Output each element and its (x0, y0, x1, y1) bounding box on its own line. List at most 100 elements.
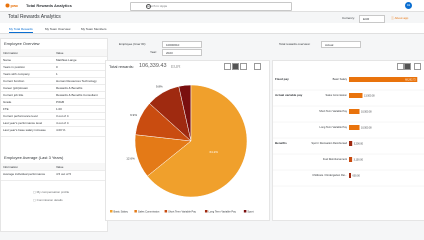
employee-id-select[interactable]: 10000610 (162, 41, 202, 48)
tab-bar: My Total Rewards My Team Overview My Tea… (0, 23, 424, 34)
user-avatar[interactable]: AS (405, 2, 412, 9)
legend-label[interactable]: Basic Salary (114, 210, 129, 214)
bar-data-label: 13,500.00 (364, 95, 375, 98)
bar-view-icon[interactable] (404, 62, 411, 70)
bar-chart: Fixed pay Basic Salary 68,262.72 Actual var… (273, 77, 424, 187)
category-label: Sport / Recreation Reimbursed (311, 141, 347, 145)
bar-data-label: 3,200.00 (354, 143, 364, 146)
search-field[interactable]: Search in: Apps (130, 1, 292, 11)
row-label: FTE (3, 106, 9, 111)
bar-data-label: 3,100.00 (354, 159, 364, 162)
row-label: Last year's performance level (3, 120, 43, 125)
fullscreen-icon[interactable] (414, 62, 421, 70)
tab-my-team-members[interactable]: My Team Members (81, 27, 106, 31)
row-label: Years with company (3, 71, 30, 76)
app-title[interactable]: Total Rewards Analytics (26, 3, 72, 8)
employee-average-title: Employee Average (Last 3 Years) (4, 155, 64, 160)
row-value: 3 out of 4 (56, 113, 69, 118)
row-label: Current job title (3, 92, 24, 97)
pie-chart-panel: Total rewards: 106,339.43 EUR 12.6% 9.9% 9… (105, 60, 270, 221)
row-value: Human Resources Technology (56, 78, 97, 83)
row-value: 1 (56, 71, 58, 76)
currency-value: EUR (363, 16, 370, 21)
row-label: Career (job)stream (3, 85, 29, 90)
group-label: Actual variable pay (275, 93, 303, 97)
shell-bar: pwc Total Rewards Analytics Search in: A… (0, 0, 424, 12)
bar[interactable] (349, 173, 351, 178)
row-value: 4.00 % (56, 127, 66, 132)
pie-view-icon[interactable] (232, 62, 239, 70)
row-value: Rewards & Benefits (56, 85, 83, 90)
total-rewards-value: 106,339.43 (139, 63, 167, 69)
bar-data-label: 10,500.00 (361, 111, 372, 114)
legend-label[interactable]: Short Term Variable Pay (168, 210, 197, 214)
row-label: Name (3, 57, 12, 62)
total-rewards-currency: EUR (171, 63, 181, 69)
bar[interactable] (349, 93, 363, 98)
row-value: 4 out of 4 (56, 120, 69, 125)
search-icon[interactable] (146, 4, 151, 9)
bar-data-label: 68,262.72 (405, 79, 416, 82)
row-label: Current function (3, 78, 25, 83)
row-label: Grade (3, 99, 12, 104)
row-value: 1.00 (56, 106, 62, 111)
employee-id-value: 10000610 (166, 42, 180, 47)
commission-details-button[interactable]: ▢ Commission details (33, 198, 63, 202)
bar-data-label: 10,500.00 (361, 127, 372, 130)
pie-data-label: 64.2% (209, 150, 218, 154)
legend-swatch (134, 210, 137, 213)
pie-data-label: 12.6% (126, 157, 135, 161)
bar[interactable] (349, 125, 360, 130)
overview-label: Total rewards overview: (279, 42, 311, 46)
legend-label[interactable]: Sales Commission (138, 210, 160, 214)
category-label: Short Term Variable Pay (319, 109, 348, 113)
bar[interactable] (349, 109, 360, 114)
group-label: Fixed pay (275, 77, 289, 81)
zoom-icon[interactable] (224, 62, 231, 70)
year-value: 2023 (166, 50, 173, 55)
bar-data-label: 600.00 (353, 175, 361, 178)
company-logo[interactable]: pwc (5, 3, 18, 8)
group-label: Benefits (275, 141, 287, 145)
tab-my-total-rewards[interactable]: My Total Rewards (9, 27, 33, 33)
tab-my-team-overview[interactable]: My Team Overview (45, 27, 70, 31)
overview-select[interactable]: Actual (321, 41, 361, 48)
fullscreen-icon[interactable] (254, 62, 261, 70)
about-app-link[interactable]: ⓘ About app (391, 16, 408, 20)
category-label: Childcare / Kindergarten Rei... (312, 173, 347, 177)
pie-view-icon[interactable] (397, 62, 404, 70)
bar-chart-panel: Fixed pay Basic Salary 68,262.72 Actual var… (272, 60, 424, 221)
row-value: Matthias Lange (56, 57, 77, 62)
row-label: Current performance level (3, 113, 38, 118)
employee-id-label: Employee (User ID): (119, 42, 147, 46)
pie-data-label: 9.8% (156, 85, 163, 89)
legend-label[interactable]: Sport (247, 210, 253, 214)
category-label: Sales Commission (326, 93, 348, 97)
row-value: 0 (56, 64, 58, 69)
pie-chart: 12.6% 9.9% 9.8% 64.2% Basic Salary Sales Comm… (110, 85, 254, 214)
bar[interactable] (349, 157, 353, 162)
row-label: Last year's base salary increase (3, 127, 46, 132)
overview-value: Actual (325, 42, 334, 47)
bar-view-icon[interactable] (240, 62, 247, 70)
year-select[interactable]: 2023 (162, 49, 202, 56)
row-value: Rewards & Benefits Consultant (56, 92, 98, 97)
table-row: Last year's base salary increase 4.00 % (1, 126, 107, 137)
currency-select[interactable]: EUR (359, 14, 385, 23)
year-label: Year: (150, 50, 157, 54)
row-value: P3GB (56, 99, 65, 104)
compensation-profile-button[interactable]: ▢ My compensation profile (33, 190, 69, 194)
row-label: Years in position (3, 64, 25, 69)
category-label: Long Term Variable Pay (320, 125, 348, 129)
employee-panel: Employee Overview Information Value Name… (0, 38, 108, 232)
bar[interactable] (349, 141, 353, 146)
employee-overview-title: Employee Overview (4, 41, 40, 46)
legend-swatch (243, 210, 247, 213)
currency-label: Currency: (342, 16, 356, 20)
pie-data-label: 9.9% (130, 113, 137, 117)
legend-label[interactable]: Long Term Variable Pay (208, 210, 236, 214)
svg-text:pwc: pwc (11, 3, 19, 8)
legend-swatch (110, 210, 113, 213)
total-rewards-label: Total rewards: (109, 64, 134, 69)
page-title: Total Rewards Analytics (8, 14, 61, 20)
